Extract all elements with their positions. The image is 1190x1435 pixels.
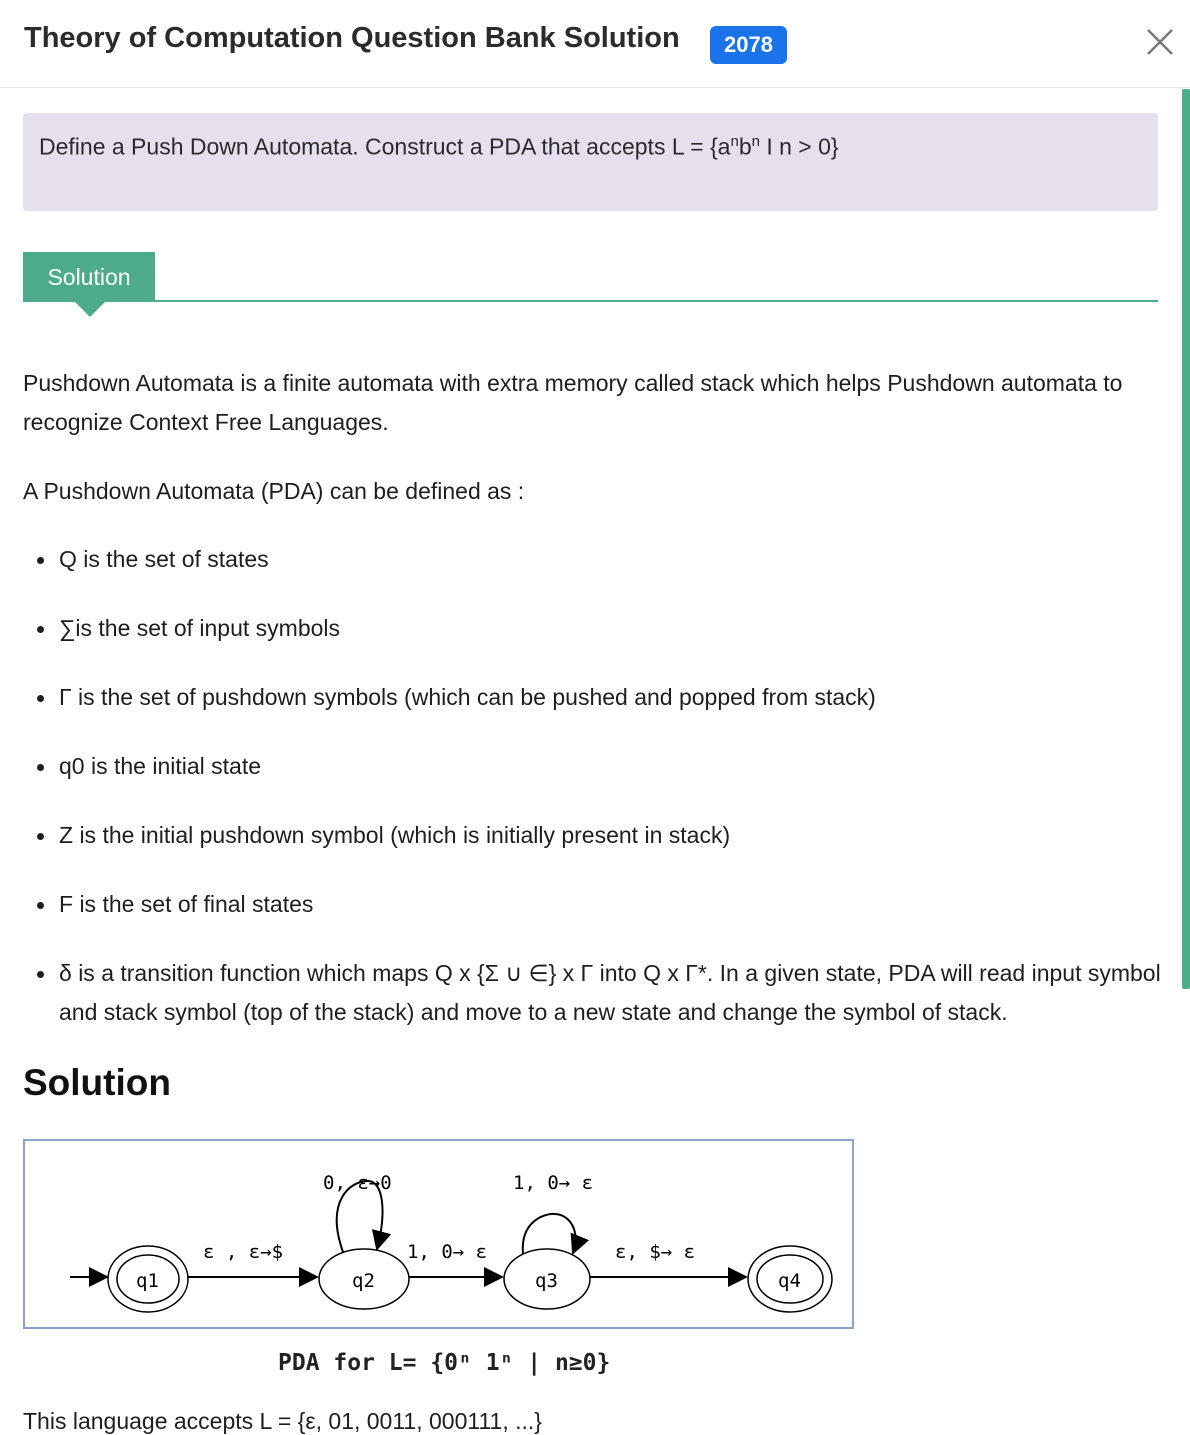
question-box: Define a Push Down Automata. Construct a… — [23, 113, 1158, 211]
question-text-suffix: I n > 0} — [759, 133, 839, 160]
transition-q3-loop — [521, 1212, 590, 1255]
intro-paragraph: Pushdown Automata is a finite automata w… — [23, 370, 1123, 435]
diagram-caption: PDA for L= {0ⁿ 1ⁿ | n≥0} — [278, 1350, 611, 1376]
modal-header: Theory of Computation Question Bank Solu… — [0, 0, 1190, 88]
question-sup-n: n — [751, 133, 760, 150]
question-text-mid: b — [738, 133, 752, 160]
transition-label-q2-loop: 0, ε→0 — [323, 1172, 392, 1194]
list-item: Q is the set of states — [23, 540, 1163, 579]
list-item: ∑is the set of input symbols — [23, 609, 1163, 648]
transition-label-q3-loop: 1, 0→ ε — [513, 1172, 593, 1194]
transition-label-q3-q4: ε, $→ ε — [615, 1241, 695, 1263]
list-item: Z is the initial pushdown symbol (which … — [23, 816, 1163, 855]
transition-label-q1-q2: ε , ε→$ — [203, 1241, 283, 1263]
pda-diagram: q1 q2 q3 q4 ε , ε→$ 0, ε→0 1, 0→ ε 1, 0→… — [23, 1139, 854, 1329]
cut-off-paragraph: This language accepts L = {ε, 01, 0011, … — [23, 1408, 542, 1434]
definition-lead: A Pushdown Automata (PDA) can be defined… — [23, 478, 525, 504]
pda-diagram-svg: q1 q2 q3 q4 ε , ε→$ 0, ε→0 1, 0→ ε 1, 0→… — [70, 1172, 833, 1313]
question-sup-n: n — [730, 133, 739, 150]
state-q4-label: q4 — [778, 1270, 801, 1292]
modal-title: Theory of Computation Question Bank Solu… — [24, 22, 680, 54]
solution-tab: Solution — [23, 252, 155, 317]
state-q1-label: q1 — [136, 1270, 159, 1292]
list-item: F is the set of final states — [23, 885, 1163, 924]
year-badge: 2078 — [710, 26, 787, 64]
state-q2-label: q2 — [352, 1270, 375, 1292]
question-text-prefix: Define a Push Down Automata. Construct a… — [39, 133, 731, 160]
solution-divider — [155, 300, 1158, 302]
transition-label-q2-q3: 1, 0→ ε — [407, 1241, 487, 1263]
definition-list: Q is the set of states ∑is the set of in… — [23, 540, 1163, 1062]
close-icon — [1147, 29, 1173, 55]
state-q3-label: q3 — [535, 1270, 558, 1292]
close-button[interactable] — [1138, 20, 1182, 64]
list-item: δ is a transition function which maps Q … — [23, 954, 1163, 1032]
scrollbar-thumb[interactable] — [1182, 89, 1190, 989]
list-item: Γ is the set of pushdown symbols (which … — [23, 678, 1163, 717]
solution-heading: Solution — [23, 1062, 171, 1103]
list-item: q0 is the initial state — [23, 747, 1163, 786]
